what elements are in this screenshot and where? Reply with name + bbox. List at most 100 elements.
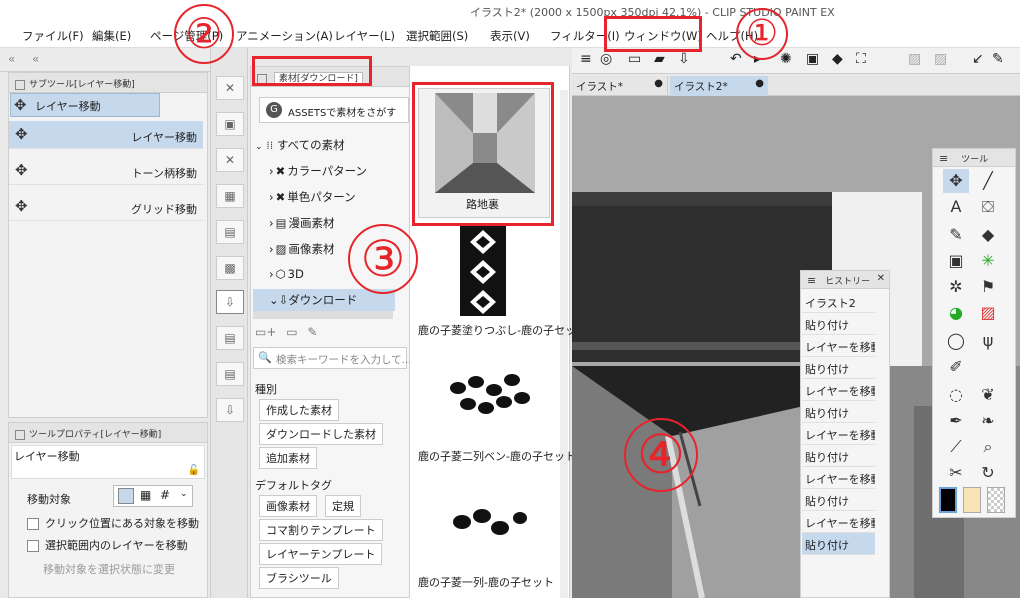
menu-icon[interactable] xyxy=(15,79,25,90)
frame-icon[interactable]: ▤ xyxy=(216,326,244,350)
brush-icon[interactable]: ✎ xyxy=(992,51,1004,67)
close-icon[interactable]: ✕ xyxy=(216,148,244,172)
history-item-current[interactable]: 貼り付け xyxy=(802,533,875,555)
move-tool-icon[interactable]: ✥ xyxy=(943,169,969,193)
tone-target-icon[interactable]: ▦ xyxy=(140,488,151,502)
material-list-scrollbar[interactable] xyxy=(560,90,568,598)
move-target-selector[interactable]: ▦ # ⌄ xyxy=(113,485,193,507)
menu-layer[interactable]: レイヤー(L) xyxy=(334,28,395,44)
tree-item-3d[interactable]: › ⬡ 3D xyxy=(269,267,304,281)
tab-illust2[interactable]: イラスト2* ● xyxy=(670,76,768,96)
tree-item-image[interactable]: › ▨ 画像素材 xyxy=(269,241,334,257)
line-tool-icon[interactable]: ╱ xyxy=(975,169,1001,193)
history-item[interactable]: 貼り付け xyxy=(802,445,875,467)
menu-selection[interactable]: 選択範囲(S) xyxy=(406,28,468,44)
tag-downloaded[interactable]: ダウンロードした素材 xyxy=(259,423,383,445)
history-item[interactable]: 貼り付け xyxy=(802,489,875,511)
eraser-tool-icon[interactable]: ◆ xyxy=(975,223,1001,247)
pen-tool-icon[interactable]: ✎ xyxy=(943,223,969,247)
gradient-tool-icon[interactable]: ▣ xyxy=(943,249,969,273)
tag-created[interactable]: 作成した素材 xyxy=(259,399,339,421)
ruler-tool-icon[interactable]: ▨ xyxy=(975,301,1001,325)
subtool-group-selected[interactable]: ✥ レイヤー移動 xyxy=(10,93,160,117)
new-folder-icon[interactable]: ▭+ xyxy=(255,325,276,339)
grid-icon[interactable]: ▦ xyxy=(216,184,244,208)
frame-icon[interactable]: ▤ xyxy=(216,362,244,386)
copy-icon[interactable]: ▭ xyxy=(286,325,297,339)
select-tool-icon[interactable]: ⛋ xyxy=(975,195,1001,219)
tag-added[interactable]: 追加素材 xyxy=(259,447,317,469)
text-tool-icon[interactable]: A xyxy=(943,195,969,219)
new-file-icon[interactable]: ▭ xyxy=(628,51,641,67)
kanoko-one-row-thumbnail[interactable] xyxy=(438,482,538,552)
subtool-item-layer-move[interactable]: ✥ レイヤー移動 xyxy=(9,121,203,149)
history-item[interactable]: 貼り付け xyxy=(802,357,875,379)
grass-tool-icon[interactable]: ψ xyxy=(975,329,1001,353)
chevron-down-icon[interactable]: ⌄ xyxy=(180,489,188,499)
menu-icon[interactable] xyxy=(15,429,25,440)
tag-layer-template[interactable]: レイヤーテンプレート xyxy=(259,543,383,565)
option-within-selection[interactable]: 選択範囲内のレイヤーを移動 xyxy=(27,537,188,553)
sub-color-swatch[interactable] xyxy=(963,487,981,513)
download-icon[interactable]: ⇩ xyxy=(216,398,244,422)
figure-tool-icon[interactable]: ✂ xyxy=(943,461,969,485)
edit-icon[interactable]: ✎ xyxy=(307,325,317,339)
lasso-tool-icon[interactable]: ◯ xyxy=(943,329,969,353)
tag-ruler[interactable]: 定規 xyxy=(325,495,361,517)
close-icon[interactable]: ✕ xyxy=(877,273,885,284)
stamp-tool-icon[interactable]: ⚑ xyxy=(975,275,1001,299)
kanoko-two-row-thumbnail[interactable] xyxy=(438,358,538,428)
lock-icon[interactable]: 🔓 xyxy=(188,465,200,476)
brush-tool-icon[interactable]: ✐ xyxy=(943,355,969,379)
feather-tool-icon[interactable]: ❧ xyxy=(975,409,1001,433)
open-folder-icon[interactable]: ▰ xyxy=(654,51,665,67)
transparent-swatch[interactable] xyxy=(987,487,1005,513)
option-click-position[interactable]: クリック位置にある対象を移動 xyxy=(27,515,199,531)
zoom-tool-icon[interactable]: ⌕ xyxy=(975,435,1001,459)
history-item[interactable]: レイヤーを移動 xyxy=(802,423,875,445)
tree-scrollbar[interactable] xyxy=(253,311,393,319)
menu-edit[interactable]: 編集(E) xyxy=(92,28,131,44)
history-item[interactable]: 貼り付け xyxy=(802,313,875,335)
subtool-item-grid-move[interactable]: ✥ グリッド移動 xyxy=(9,193,203,221)
fill-tool-icon[interactable]: ◕ xyxy=(943,301,969,325)
select-icon[interactable]: ▣ xyxy=(806,51,819,67)
save-icon[interactable]: ▣ xyxy=(216,112,244,136)
download-icon[interactable]: ⇩ xyxy=(216,290,244,314)
checkbox[interactable] xyxy=(27,540,39,552)
close-icon[interactable]: ✕ xyxy=(216,76,244,100)
save-icon[interactable]: ⇩ xyxy=(678,51,690,67)
tone-tool-icon[interactable]: ✲ xyxy=(943,275,969,299)
search-input[interactable]: 🔍 検索キーワードを入力して... xyxy=(253,347,412,369)
balloon-tool-icon[interactable]: ◌ xyxy=(943,383,969,407)
tag-frame-template[interactable]: コマ割りテンプレート xyxy=(259,519,383,541)
frame-icon[interactable]: ▤ xyxy=(216,220,244,244)
tag-image[interactable]: 画像素材 xyxy=(259,495,317,517)
option-change-selection[interactable]: 移動対象を選択状態に変更 xyxy=(43,561,175,577)
eyedropper-tool-icon[interactable]: ⟋ xyxy=(943,435,969,459)
rotate-tool-icon[interactable]: ↻ xyxy=(975,461,1001,485)
pattern-icon[interactable]: ▩ xyxy=(216,256,244,280)
history-item[interactable]: レイヤーを移動 xyxy=(802,335,875,357)
droplet-tool-icon[interactable]: ❦ xyxy=(975,383,1001,407)
menu-view[interactable]: 表示(V) xyxy=(490,28,530,44)
history-item[interactable]: レイヤーを移動 xyxy=(802,467,875,489)
clip-logo-icon[interactable]: ◎ xyxy=(600,51,612,67)
fill-icon[interactable]: ◆ xyxy=(832,51,843,67)
collapse-left-icon[interactable]: « xyxy=(32,52,39,66)
menu-animation[interactable]: アニメーション(A) xyxy=(236,28,333,44)
undo-icon[interactable]: ↶ xyxy=(730,51,742,67)
kanoko-fill-thumbnail[interactable] xyxy=(460,226,506,316)
menu-file[interactable]: ファイル(F) xyxy=(22,28,84,44)
tree-item-color-pattern[interactable]: › ✖ カラーパターン xyxy=(269,163,367,179)
tree-item-all[interactable]: ⌄ ⁞⁞ すべての素材 xyxy=(255,137,345,153)
menu-icon[interactable]: ≡ xyxy=(939,152,948,165)
sparkle-tool-icon[interactable]: ✳ xyxy=(975,249,1001,273)
menu-icon[interactable]: ≡ xyxy=(807,274,816,287)
line-icon[interactable]: ↙ xyxy=(972,51,984,67)
layer-target-icon[interactable] xyxy=(118,488,134,504)
transform-icon[interactable]: ⛶ xyxy=(856,51,866,67)
subtool-item-tone-move[interactable]: ✥ トーン柄移動 xyxy=(9,157,203,185)
collapse-left-icon[interactable]: « xyxy=(8,52,15,66)
grid-icon[interactable]: ▨ xyxy=(908,51,921,67)
